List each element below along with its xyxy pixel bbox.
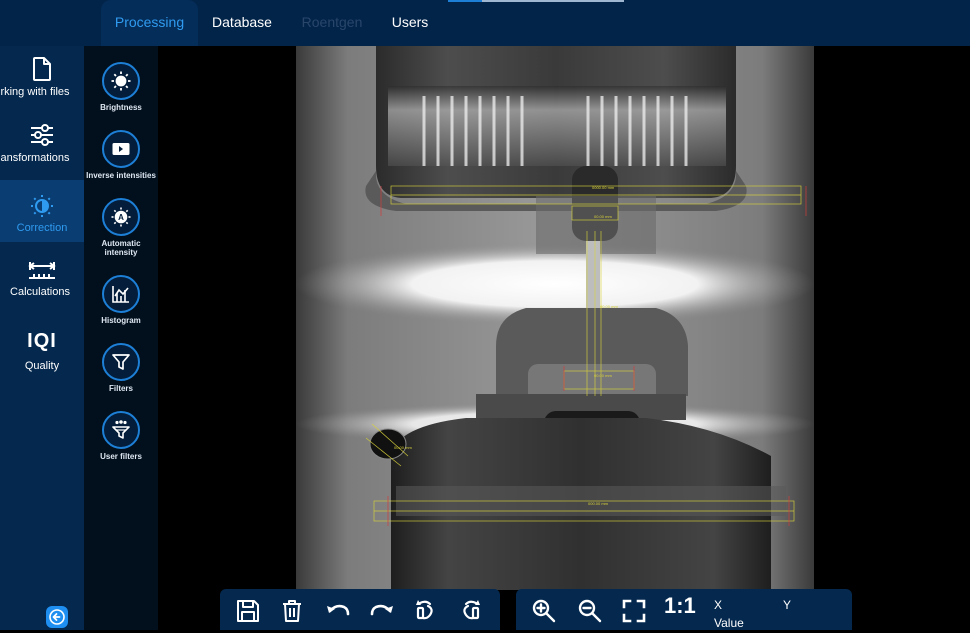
sidebar-item-transformations[interactable]: ansformations: [0, 122, 84, 182]
sidebar-item-correction[interactable]: Correction: [0, 180, 84, 242]
xray-image-canvas[interactable]: 0000.00 mm 00.00 mm 00.00 mm 00.00 mm 00…: [296, 46, 814, 590]
svg-text:0000.00 mm: 0000.00 mm: [592, 185, 615, 190]
fit-screen-button[interactable]: [620, 597, 648, 625]
correction-tools-panel: Brightness Inverse intensities A Automat…: [84, 46, 158, 630]
zoom-in-button[interactable]: [530, 597, 558, 625]
y-coordinate-label: Y: [783, 598, 792, 612]
tab-users[interactable]: Users: [384, 0, 436, 46]
trash-icon: [283, 600, 301, 622]
tab-processing[interactable]: Processing: [101, 0, 198, 46]
sidebar-item-quality[interactable]: IQI Quality: [0, 328, 84, 376]
zoom-out-button[interactable]: [576, 597, 604, 625]
sidebar-item-label: Quality: [24, 360, 60, 372]
ruler-icon: [28, 262, 56, 279]
funnel-icon: [112, 354, 130, 370]
tool-filters[interactable]: Filters: [84, 343, 158, 393]
tab-database[interactable]: Database: [206, 0, 278, 46]
rotate-right-button[interactable]: [456, 597, 484, 625]
tool-user-filters[interactable]: User filters: [84, 411, 158, 461]
view-toolbar: 1:1 X Y Value: [516, 589, 852, 630]
svg-text:00.00 mm: 00.00 mm: [394, 445, 412, 450]
histogram-icon: [112, 286, 129, 303]
window-strip: [482, 0, 624, 2]
undo-button[interactable]: [324, 597, 352, 625]
tool-label: Brightness: [100, 103, 142, 112]
tool-brightness[interactable]: Brightness: [84, 62, 158, 112]
svg-text:00.00 mm: 00.00 mm: [594, 214, 612, 219]
sun-icon: [111, 71, 131, 91]
auto-brightness-icon: A: [111, 207, 131, 227]
tool-label: Automatic intensity: [101, 239, 141, 257]
pixel-value-label: Value: [714, 616, 744, 630]
main-sidebar: rking with files ansformations Correctio…: [0, 46, 84, 630]
zoom-in-icon: [532, 599, 556, 623]
redo-button[interactable]: [368, 597, 396, 625]
sidebar-item-label: rking with files: [0, 86, 70, 98]
svg-text:000.00 mm: 000.00 mm: [588, 501, 609, 506]
iqi-icon: IQI: [27, 330, 57, 352]
svg-text:00.00 mm: 00.00 mm: [594, 373, 612, 378]
save-button[interactable]: [234, 597, 262, 625]
invert-icon: [112, 143, 130, 155]
delete-button[interactable]: [278, 597, 306, 625]
edit-toolbar: [220, 589, 500, 630]
collapse-sidebar-button[interactable]: [46, 606, 68, 628]
tool-label: Histogram: [101, 316, 141, 325]
tool-automatic-intensity[interactable]: A Automatic intensity: [84, 198, 158, 257]
top-navigation: Processing Database Roentgen Users: [0, 0, 970, 46]
x-coordinate-label: X: [714, 598, 723, 612]
sidebar-item-calculations[interactable]: Calculations: [0, 258, 84, 314]
file-icon: [33, 57, 51, 81]
svg-text:A: A: [118, 213, 124, 222]
rotate-right-icon: [463, 600, 480, 620]
rotate-left-button[interactable]: [412, 597, 440, 625]
window-strip: [448, 0, 482, 2]
arrow-left-icon: [49, 609, 65, 625]
tool-inverse-intensities[interactable]: Inverse intensities: [84, 130, 158, 180]
user-funnel-icon: [112, 420, 130, 439]
tool-label: Inverse intensities: [86, 171, 156, 180]
save-icon: [237, 600, 259, 622]
zoom-out-icon: [578, 599, 602, 623]
xray-image: 0000.00 mm 00.00 mm 00.00 mm 00.00 mm 00…: [296, 46, 814, 590]
tool-label: User filters: [100, 452, 142, 461]
tool-histogram[interactable]: Histogram: [84, 275, 158, 325]
rotate-left-icon: [416, 600, 433, 620]
redo-icon: [370, 604, 393, 616]
tab-roentgen[interactable]: Roentgen: [296, 0, 368, 46]
svg-text:00.00 mm: 00.00 mm: [600, 304, 618, 309]
actual-size-button[interactable]: 1:1: [664, 593, 696, 619]
sidebar-item-label: Correction: [16, 222, 68, 234]
tool-label: Filters: [108, 384, 133, 393]
undo-icon: [327, 604, 350, 616]
sidebar-item-label: ansformations: [0, 152, 70, 164]
sidebar-item-working-with-files[interactable]: rking with files: [0, 56, 84, 116]
fit-screen-icon: [622, 599, 646, 623]
contrast-icon: [31, 195, 53, 217]
sliders-icon: [31, 124, 53, 146]
sidebar-item-label: Calculations: [10, 286, 70, 298]
